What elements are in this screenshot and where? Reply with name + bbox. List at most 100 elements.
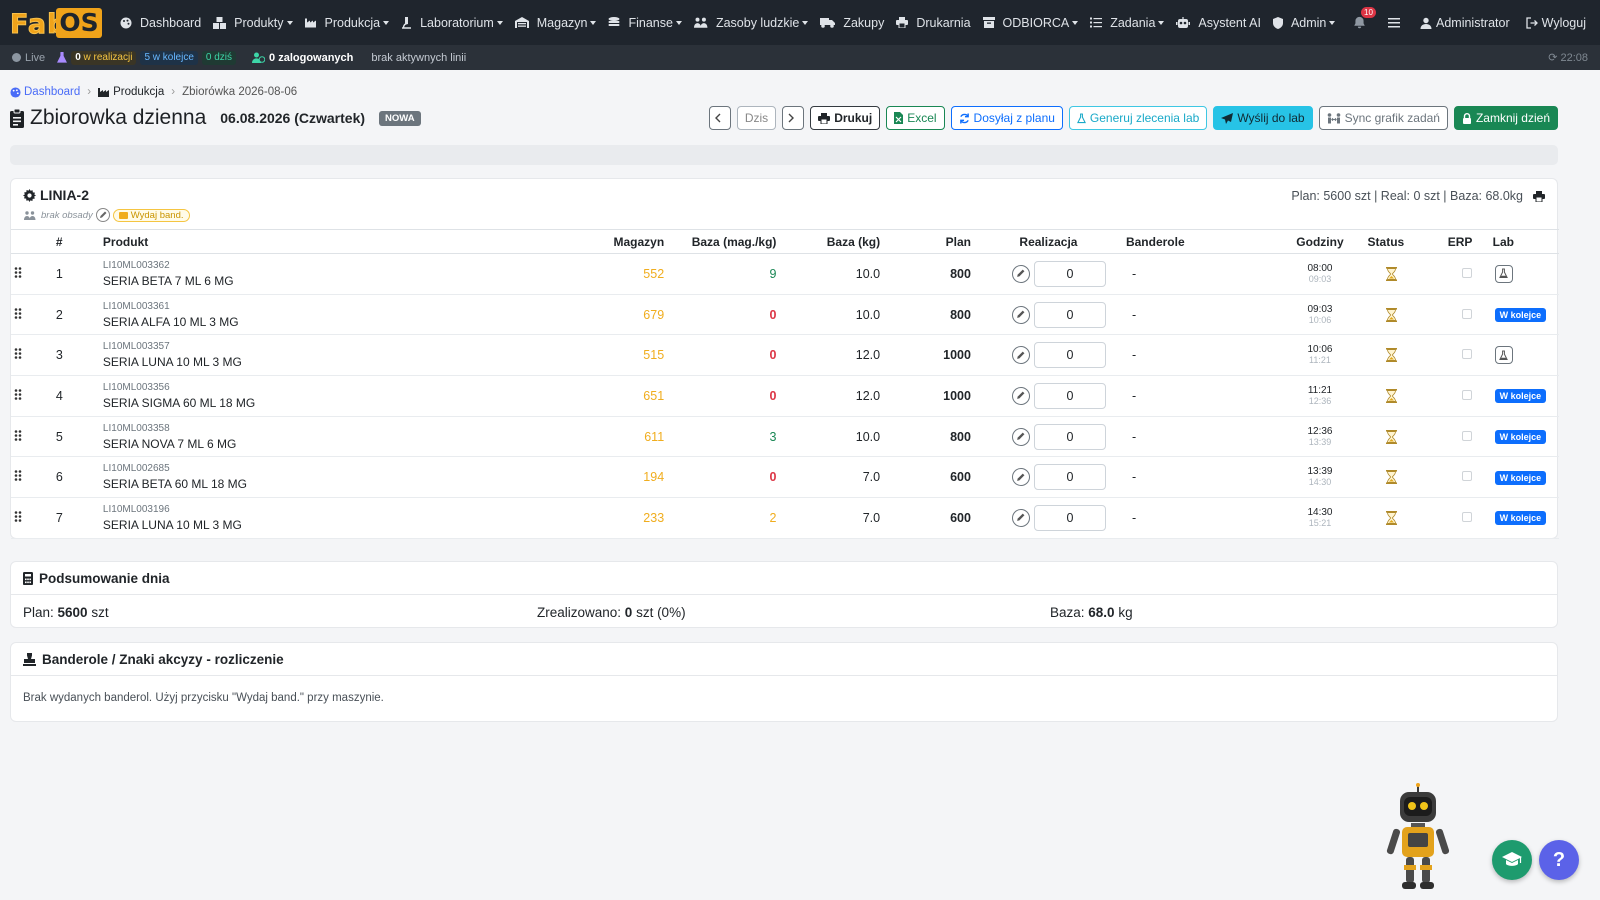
erp-checkbox[interactable] [1461,349,1472,360]
realization-cell [970,253,1126,295]
users-icon [24,210,36,220]
edit-realization-button[interactable] [1011,508,1030,527]
erp-checkbox[interactable] [1461,308,1472,319]
hours-cell: 11:21 12:36 [1272,375,1368,417]
drag-handle[interactable] [14,348,22,360]
hourglass-icon [1385,429,1397,444]
close-day-button[interactable]: Zamknij dzień [1453,106,1558,130]
live-indicator: Live [12,52,45,64]
nav-asystent-ai[interactable]: Asystent AI [1176,16,1261,30]
realization-input[interactable] [1033,423,1106,450]
lab-order-button[interactable] [1494,264,1513,283]
logout-icon [1525,16,1538,29]
drag-handle-icon [14,429,22,441]
plan-value: 600 [880,497,971,539]
drag-handle[interactable] [14,429,22,441]
caret-down-icon [1329,20,1336,25]
robot-icon [1176,16,1194,29]
banderole-value: - [1125,497,1273,539]
hours-cell: 08:00 09:03 [1272,253,1368,295]
realization-input[interactable] [1033,382,1106,409]
lab-cell: W kolejce [1492,456,1559,499]
product-name: SERIA NOVA 7 ML 6 MG [102,436,237,451]
today-button[interactable]: Dzis [736,106,777,130]
product-name: SERIA SIGMA 60 ML 18 MG [102,395,256,410]
printer-icon[interactable] [1533,190,1545,202]
product-cell: LI10ML002685 SERIA BETA 60 ML 18 MG [102,456,478,499]
issue-band-button[interactable]: Wydaj band. [112,208,190,222]
breadcrumb-produkcja[interactable]: Produkcja [98,86,164,98]
logo[interactable]: Fab OS [9,7,102,40]
drag-handle[interactable] [14,267,22,278]
edit-crew-button[interactable] [95,208,110,222]
edit-realization-button[interactable] [1011,346,1030,365]
nav-produkcja[interactable]: Produkcja [304,16,390,30]
realization-cell [970,334,1126,377]
erp-checkbox[interactable] [1461,267,1472,278]
drag-handle[interactable] [14,307,22,319]
erp-checkbox[interactable] [1461,511,1472,522]
drag-handle[interactable] [14,470,22,482]
nav-zakupy[interactable]: Zakupy [820,16,884,30]
send-plan-button[interactable]: Dosyłaj z planu [950,106,1063,130]
line-summary: Plan: 5600 szt | Real: 0 szt | Baza: 68.… [1291,189,1545,203]
nav-magazyn[interactable]: Magazyn [514,16,597,30]
nav-odbiorca[interactable]: ODBIORCA [982,16,1079,30]
nav-dashboard[interactable]: Dashboard [120,16,201,30]
edit-realization-button[interactable] [1011,468,1030,487]
table-row: 6 LI10ML002685 SERIA BETA 60 ML 18 MG 194 0 7… [11,456,1559,499]
edit-realization-button[interactable] [1011,264,1030,283]
erp-checkbox[interactable] [1461,389,1472,400]
nav-zasoby-ludzkie[interactable]: Zasoby ludzkie [693,16,809,30]
pencil-icon [1017,473,1025,481]
help-button[interactable]: ? [1539,840,1579,880]
row-num: 5 [55,416,103,458]
tasks-icon [1090,17,1106,28]
realization-input[interactable] [1033,504,1106,531]
nav-laboratorium[interactable]: Laboratorium [401,16,503,30]
realization-input[interactable] [1033,260,1106,287]
drag-handle[interactable] [14,389,22,400]
edit-realization-button[interactable] [1011,305,1030,324]
nav-produkty[interactable]: Produkty [213,16,293,30]
notifications-bell[interactable]: 10 [1353,7,1376,29]
edit-realization-button[interactable] [1011,427,1030,446]
breadcrumb-dashboard[interactable]: Dashboard [10,86,80,98]
lab-cell: W kolejce [1492,375,1559,417]
erp-cell [1447,456,1493,499]
generate-lab-button[interactable]: Generuj zlecenia lab [1068,106,1208,130]
logout-link[interactable]: Wyloguj [1525,16,1586,30]
next-day-button[interactable] [782,106,805,130]
erp-cell [1447,334,1493,377]
erp-checkbox[interactable] [1461,430,1472,441]
banderole-header: Banderole / Znaki akcyzy - rozliczenie [11,643,1557,676]
print-button[interactable]: Drukuj [810,106,881,130]
edit-realization-button[interactable] [1011,386,1030,405]
top-navbar: Fab OS Dashboard Produkty Produkcja Laborat… [0,0,1600,45]
col-erp: ERP [1447,229,1493,254]
people-arrows-icon [1327,112,1340,123]
tutorial-button[interactable] [1492,840,1532,880]
robot-assistant-icon[interactable] [1384,783,1454,893]
nav-drukarnia[interactable]: Drukarnia [896,16,971,30]
hamburger-menu[interactable] [1388,17,1404,29]
hours-cell: 14:30 15:21 [1272,497,1368,539]
realization-input[interactable] [1033,301,1106,328]
realization-input[interactable] [1033,342,1106,369]
lab-order-button[interactable] [1494,346,1513,365]
erp-cell [1447,375,1493,417]
erp-checkbox[interactable] [1461,471,1472,482]
nav-zadania[interactable]: Zadania [1090,16,1165,30]
realization-input[interactable] [1033,464,1106,491]
drag-handle[interactable] [14,511,22,522]
sync-schedule-button[interactable]: Sync grafik zadań [1318,106,1448,130]
base-kg-value: 10.0 [776,416,881,458]
hourglass-icon [1385,470,1397,485]
nav-finanse[interactable]: Finanse [608,16,682,30]
user-menu[interactable]: Administrator [1420,16,1510,30]
prev-day-button[interactable] [708,106,731,130]
send-lab-button[interactable]: Wyślij do lab [1213,106,1313,130]
base-kg-value: 12.0 [776,334,881,377]
nav-admin[interactable]: Admin [1272,16,1336,30]
excel-button[interactable]: Excel [886,106,945,130]
